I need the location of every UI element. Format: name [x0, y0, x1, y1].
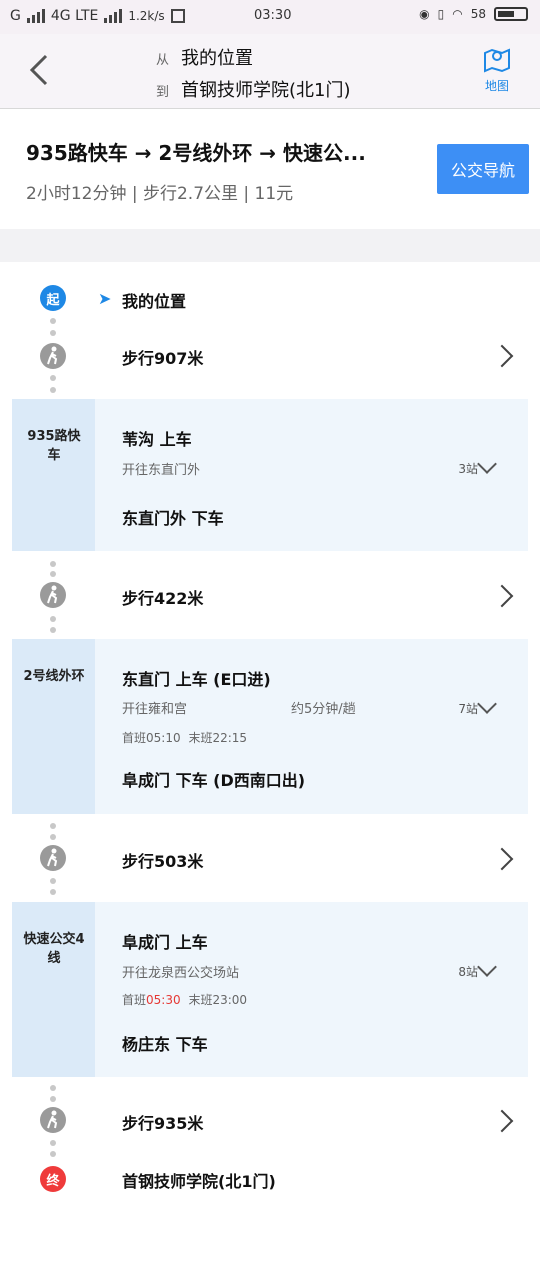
first-time: 05:30 [146, 993, 181, 1007]
stop-count: 7站 [458, 702, 478, 716]
transit-segment-3[interactable]: 快速公交4线 阜成门 上车 开往龙泉西公交场站 8站 首班05:30 末班23:… [12, 902, 528, 1077]
map-button[interactable]: 地图 [480, 44, 514, 94]
location-arrow-icon: ➤ [98, 289, 112, 308]
battery-icon [494, 7, 528, 21]
walk-icon [40, 845, 66, 871]
mute-icon: ◉ [419, 7, 430, 21]
walk-icon [40, 1107, 66, 1133]
route-to[interactable]: 到首钢技师学院(北1门) [156, 76, 351, 102]
connector-dot [50, 318, 56, 324]
wifi-icon: ◠ [452, 7, 463, 21]
to-label: 到 [156, 85, 170, 100]
first-time: 05:10 [146, 731, 181, 745]
frequency: 约5分钟/趟 [291, 702, 356, 717]
connector-dot [50, 330, 56, 336]
start-badge: 起 [40, 285, 66, 311]
route-meta: 2小时12分钟 | 步行2.7公里 | 11元 [26, 184, 294, 204]
board-stop: 东直门 上车 (E口进) [122, 670, 271, 689]
connector-dot [50, 1151, 56, 1157]
chevron-right-icon[interactable] [490, 1109, 514, 1133]
connector-dot [50, 878, 56, 884]
first-label: 首班 [122, 731, 147, 745]
alight-stop: 阜成门 下车 (D西南口出) [122, 771, 306, 790]
transit-navigation-button[interactable]: 公交导航 [437, 144, 529, 194]
map-icon [484, 48, 510, 73]
board-stop: 苇沟 上车 [122, 430, 192, 449]
start-place: 我的位置 [122, 292, 187, 311]
signal-icon [26, 9, 45, 23]
end-place: 首钢技师学院(北1门) [122, 1172, 276, 1191]
carrier-label: G [10, 8, 21, 24]
line-label-panel [12, 902, 95, 1077]
status-left: G 4G LTE 1.2k/s [10, 8, 185, 24]
screenshot-icon [170, 9, 185, 23]
connector-dot [50, 889, 56, 895]
from-label: 从 [156, 53, 170, 68]
map-label: 地图 [484, 79, 509, 93]
alight-stop: 东直门外 下车 [122, 509, 224, 528]
net-speed: 1.2k/s [128, 9, 165, 23]
direction: 开往东直门外 [122, 463, 201, 478]
section-divider [0, 229, 540, 262]
alight-stop: 杨庄东 下车 [122, 1035, 208, 1054]
walk-step-2[interactable]: 步行422米 [122, 585, 203, 609]
board-stop: 阜成门 上车 [122, 933, 208, 952]
line-label-panel [12, 399, 95, 551]
end-badge: 终 [40, 1166, 66, 1192]
connector-dot [50, 834, 56, 840]
last-label: 末班 [188, 731, 213, 745]
chevron-down-icon[interactable] [477, 957, 497, 977]
battery-percent: 58 [470, 7, 486, 21]
stop-count: 3站 [458, 462, 478, 476]
from-place: 我的位置 [181, 48, 254, 69]
connector-dot [50, 387, 56, 393]
schedule: 首班05:10 末班22:15 [122, 729, 247, 746]
clock: 03:30 [254, 8, 292, 23]
line-name: 935路快车 [27, 429, 81, 463]
network-label: 4G LTE [50, 8, 99, 24]
route-header: 从我的位置 到首钢技师学院(北1门) 地图 [0, 34, 540, 109]
connector-dot [50, 1140, 56, 1146]
back-icon[interactable] [24, 52, 60, 88]
walk-icon [40, 343, 66, 369]
connector-dot [50, 616, 56, 622]
last-time: 23:00 [212, 993, 248, 1007]
walk-icon [40, 582, 66, 608]
chevron-right-icon[interactable] [490, 584, 514, 608]
chevron-down-icon[interactable] [477, 454, 497, 474]
last-label: 末班 [188, 993, 213, 1007]
to-place: 首钢技师学院(北1门) [181, 80, 351, 101]
connector-dot [50, 571, 56, 577]
signal-icon [104, 9, 123, 23]
connector-dot [50, 561, 56, 567]
walk-step-1[interactable]: 步行907米 [122, 345, 203, 369]
walk-step-4[interactable]: 步行935米 [122, 1110, 203, 1134]
route-title: 935路快车 → 2号线外环 → 快速公... [26, 141, 366, 165]
walk-step-3[interactable]: 步行503米 [122, 848, 203, 872]
chevron-right-icon[interactable] [490, 344, 514, 368]
connector-dot [50, 627, 56, 633]
status-bar: G 4G LTE 1.2k/s 03:30 ◉ ▯ ◠ 58 [0, 0, 540, 34]
vibrate-icon: ▯ [437, 7, 445, 21]
status-right: ◉ ▯ ◠ 58 [419, 7, 528, 21]
direction: 开往龙泉西公交场站 [122, 966, 240, 981]
route-summary: 935路快车 → 2号线外环 → 快速公... 2小时12分钟 | 步行2.7公… [0, 109, 540, 229]
direction: 开往雍和宫 [122, 702, 188, 717]
line-name: 2号线外环 [23, 669, 85, 684]
stop-count: 8站 [458, 965, 478, 979]
chevron-down-icon[interactable] [477, 694, 497, 714]
schedule: 首班05:30 末班23:00 [122, 991, 247, 1008]
first-label: 首班 [122, 993, 147, 1007]
connector-dot [50, 823, 56, 829]
route-from[interactable]: 从我的位置 [156, 44, 253, 70]
connector-dot [50, 1085, 56, 1091]
line-label-panel [12, 639, 95, 814]
connector-dot [50, 1096, 56, 1102]
line-name: 快速公交4线 [23, 932, 85, 966]
transit-segment-1[interactable]: 935路快车 苇沟 上车 开往东直门外 3站 东直门外 下车 [12, 399, 528, 551]
transit-segment-2[interactable]: 2号线外环 东直门 上车 (E口进) 开往雍和宫 约5分钟/趟 7站 首班05:… [12, 639, 528, 814]
last-time: 22:15 [212, 731, 248, 745]
chevron-right-icon[interactable] [490, 847, 514, 871]
connector-dot [50, 375, 56, 381]
